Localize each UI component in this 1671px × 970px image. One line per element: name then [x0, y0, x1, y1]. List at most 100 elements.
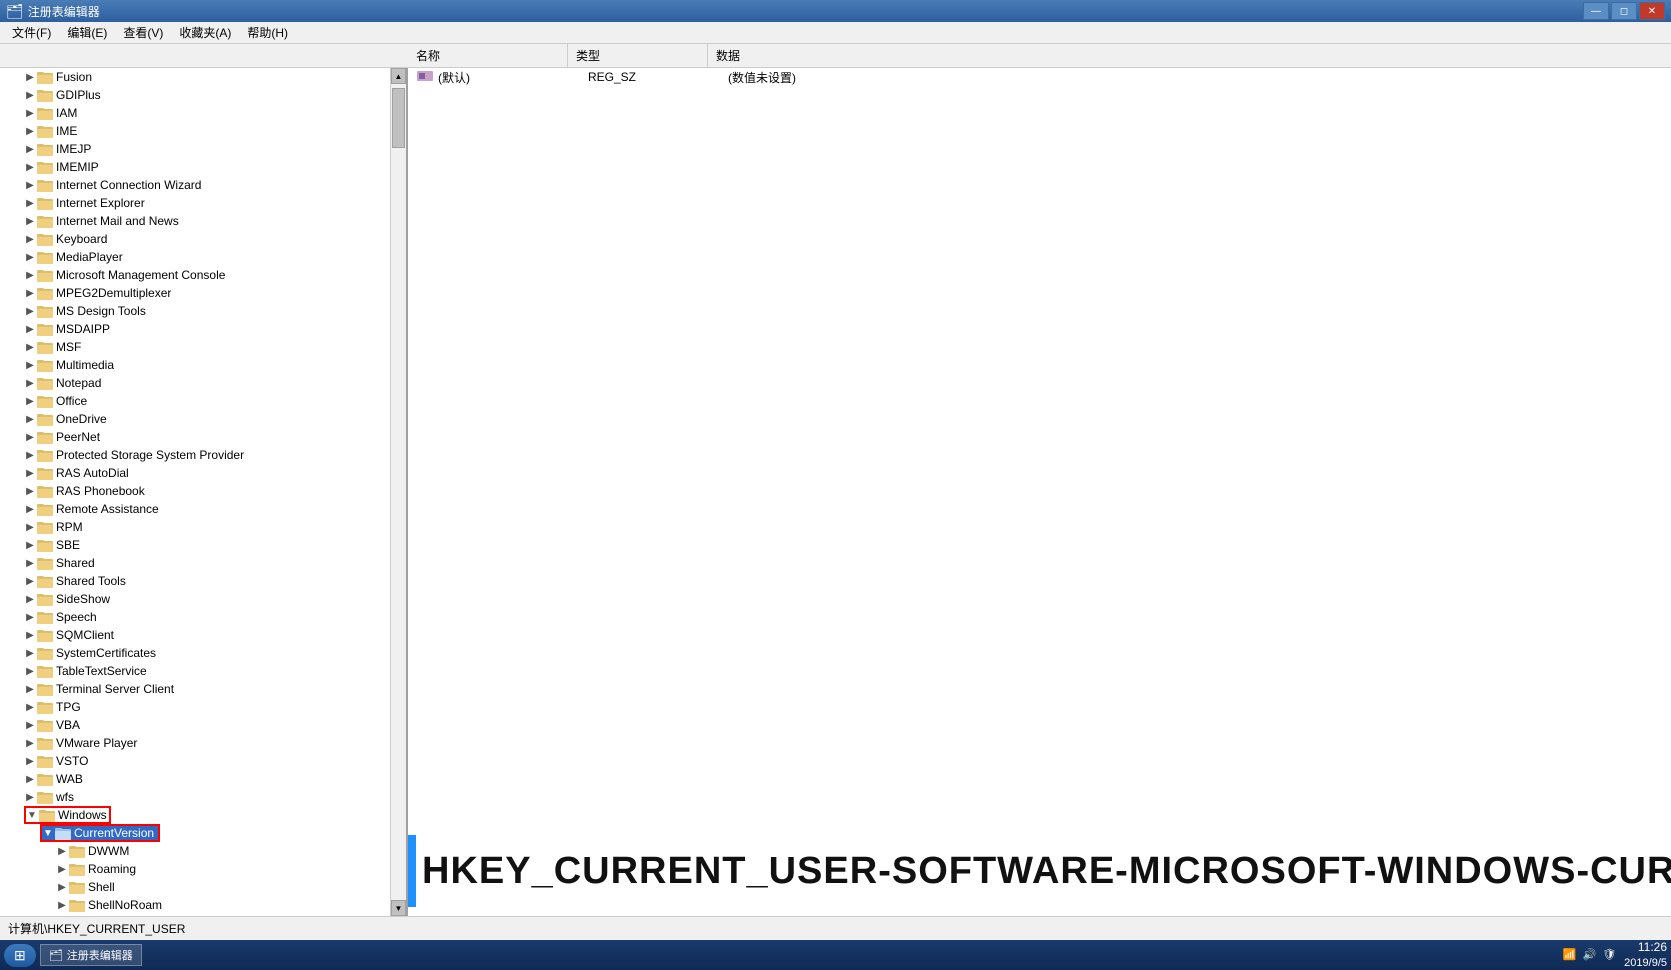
tree-item-iam[interactable]: ▶ IAM: [0, 104, 406, 122]
tree-item-ime[interactable]: ▶ IME: [0, 122, 406, 140]
expand-arrow: ▶: [24, 575, 36, 587]
tree-item-wab[interactable]: ▶ WAB: [0, 770, 406, 788]
folder-icon: [37, 376, 53, 390]
tree-item-label: wfs: [56, 790, 74, 804]
tree-item-label: SQMClient: [56, 628, 114, 642]
taskbar-app-label: 注册表编辑器: [67, 947, 133, 963]
expand-arrow: ▶: [24, 701, 36, 713]
tree-item-label: RPM: [56, 520, 83, 534]
folder-icon: [37, 142, 53, 156]
tree-item-msf[interactable]: ▶ MSF: [0, 338, 406, 356]
tree-item-sharedtools[interactable]: ▶ Shared Tools: [0, 572, 406, 590]
tree-item-currentversion-row[interactable]: ▼ CurrentVersion: [0, 824, 406, 842]
scrollbar-down-button[interactable]: ▼: [391, 900, 406, 916]
expand-arrow: ▶: [24, 629, 36, 641]
tree-item-mediaplayer[interactable]: ▶ MediaPlayer: [0, 248, 406, 266]
menu-bar: 文件(F) 编辑(E) 查看(V) 收藏夹(A) 帮助(H): [0, 22, 1671, 44]
tree-item-notepad[interactable]: ▶ Notepad: [0, 374, 406, 392]
folder-icon: [37, 556, 53, 570]
tree-item-iman[interactable]: ▶ Internet Mail and News: [0, 212, 406, 230]
menu-view[interactable]: 查看(V): [115, 22, 171, 43]
tree-item-tabletpc[interactable]: ▶ TabletPC: [0, 914, 406, 916]
registry-tree[interactable]: ▶ Fusion ▶ GDIPlus ▶ IAM ▶ IME: [0, 68, 408, 916]
tree-item-label: PeerNet: [56, 430, 100, 444]
tree-item-keyboard[interactable]: ▶ Keyboard: [0, 230, 406, 248]
tree-item-imemip[interactable]: ▶ IMEMIP: [0, 158, 406, 176]
tree-item-tabletextservice[interactable]: ▶ TableTextService: [0, 662, 406, 680]
folder-icon: [37, 448, 53, 462]
tree-item-shellnoroam[interactable]: ▶ ShellNoRoam: [0, 896, 406, 914]
tree-item-shared[interactable]: ▶ Shared: [0, 554, 406, 572]
tree-item-icw[interactable]: ▶ Internet Connection Wizard: [0, 176, 406, 194]
minimize-button[interactable]: —: [1583, 2, 1609, 20]
scrollbar-thumb[interactable]: [392, 88, 405, 148]
tree-item-peernet[interactable]: ▶ PeerNet: [0, 428, 406, 446]
taskbar-app-regedit[interactable]: 🗂 注册表编辑器: [40, 944, 142, 966]
tree-item-shell[interactable]: ▶ Shell: [0, 878, 406, 896]
shield-icon: 🛡: [1602, 948, 1616, 961]
folder-icon: [37, 268, 53, 282]
tree-item-rasphonebook[interactable]: ▶ RAS Phonebook: [0, 482, 406, 500]
expand-arrow: ▶: [24, 125, 36, 137]
network-icon: 📶: [1563, 948, 1577, 961]
tree-item-psp[interactable]: ▶ Protected Storage System Provider: [0, 446, 406, 464]
tree-item-office[interactable]: ▶ Office: [0, 392, 406, 410]
tree-item-ie[interactable]: ▶ Internet Explorer: [0, 194, 406, 212]
tree-item-sideshow[interactable]: ▶ SideShow: [0, 590, 406, 608]
menu-edit[interactable]: 编辑(E): [59, 22, 115, 43]
menu-file[interactable]: 文件(F): [4, 22, 59, 43]
tree-item-wfs[interactable]: ▶ wfs: [0, 788, 406, 806]
window-controls: — ◻ ✕: [1583, 2, 1665, 20]
tree-item-mmc[interactable]: ▶ Microsoft Management Console: [0, 266, 406, 284]
tree-item-fusion[interactable]: ▶ Fusion: [0, 68, 406, 86]
tree-item-speech[interactable]: ▶ Speech: [0, 608, 406, 626]
menu-help[interactable]: 帮助(H): [239, 22, 296, 43]
tree-item-gdiplus[interactable]: ▶ GDIPlus: [0, 86, 406, 104]
tree-item-roaming[interactable]: ▶ Roaming: [0, 860, 406, 878]
menu-favorites[interactable]: 收藏夹(A): [171, 22, 239, 43]
scrollbar-up-button[interactable]: ▲: [391, 68, 406, 84]
tree-item-vmwareplayer[interactable]: ▶ VMware Player: [0, 734, 406, 752]
tree-item-label: IMEJP: [56, 142, 91, 156]
tree-item-rpm[interactable]: ▶ RPM: [0, 518, 406, 536]
tree-item-tpg[interactable]: ▶ TPG: [0, 698, 406, 716]
tree-item-msdesign[interactable]: ▶ MS Design Tools: [0, 302, 406, 320]
tree-item-vsto[interactable]: ▶ VSTO: [0, 752, 406, 770]
data-value-cell: (数值未设置): [728, 69, 796, 86]
tree-scrollbar[interactable]: ▲ ▼: [390, 68, 406, 916]
expand-arrow: ▶: [24, 557, 36, 569]
current-version-label: CurrentVersion: [74, 826, 154, 840]
tree-item-msdaipp[interactable]: ▶ MSDAIPP: [0, 320, 406, 338]
tree-item-remoteassist[interactable]: ▶ Remote Assistance: [0, 500, 406, 518]
folder-open-icon: [55, 826, 71, 840]
close-button[interactable]: ✕: [1639, 2, 1665, 20]
tree-item-terminalserver[interactable]: ▶ Terminal Server Client: [0, 680, 406, 698]
big-path-container: HKEY_CURRENT_USER-SOFTWARE-MICROSOFT-WIN…: [408, 826, 1671, 916]
tree-item-imejp[interactable]: ▶ IMEJP: [0, 140, 406, 158]
expand-arrow: ▶: [56, 845, 68, 857]
tree-item-dwwm[interactable]: ▶ DWWM: [0, 842, 406, 860]
expand-arrow: ▶: [24, 197, 36, 209]
folder-icon: [37, 250, 53, 264]
tree-item-label: Shell: [88, 880, 115, 894]
tree-item-windows[interactable]: ▼ Windows: [0, 806, 406, 824]
expand-arrow: ▶: [24, 593, 36, 605]
tree-item-onedrive[interactable]: ▶ OneDrive: [0, 410, 406, 428]
data-row-default[interactable]: (默认) REG_SZ (数值未设置): [408, 68, 1671, 86]
tree-item-vba[interactable]: ▶ VBA: [0, 716, 406, 734]
tree-item-mpeg2[interactable]: ▶ MPEG2Demultiplexer: [0, 284, 406, 302]
tree-item-multimedia[interactable]: ▶ Multimedia: [0, 356, 406, 374]
tree-item-sqmclient[interactable]: ▶ SQMClient: [0, 626, 406, 644]
folder-icon: [37, 502, 53, 516]
tree-item-syscerts[interactable]: ▶ SystemCertificates: [0, 644, 406, 662]
tree-item-label: Microsoft Management Console: [56, 268, 225, 282]
tree-item-rasautodial[interactable]: ▶ RAS AutoDial: [0, 464, 406, 482]
tree-item-label: VMware Player: [56, 736, 137, 750]
start-button[interactable]: ⊞: [4, 944, 36, 967]
tree-item-sbe[interactable]: ▶ SBE: [0, 536, 406, 554]
expand-arrow: ▶: [24, 107, 36, 119]
restore-button[interactable]: ◻: [1611, 2, 1637, 20]
tree-item-label: MS Design Tools: [56, 304, 146, 318]
tree-item-label: TPG: [56, 700, 81, 714]
expand-arrow: ▶: [24, 611, 36, 623]
